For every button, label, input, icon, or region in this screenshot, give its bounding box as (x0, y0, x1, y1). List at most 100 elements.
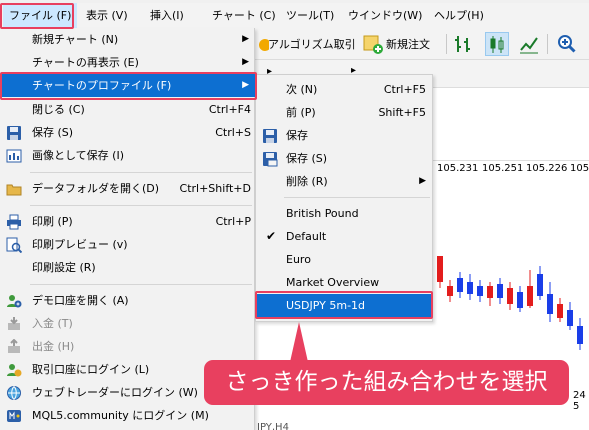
menu-insert[interactable]: 挿入(I) (144, 3, 190, 28)
menu-item-open-demo-account[interactable]: デモ口座を開く (A) (0, 289, 255, 312)
menu-item-new-chart[interactable]: 新規チャート (N) ▶ (0, 28, 255, 51)
submenu-item-label: Market Overview (286, 276, 380, 289)
menu-help[interactable]: ヘルプ(H) (428, 3, 490, 28)
menu-view[interactable]: 表示 (V) (80, 3, 134, 28)
submenu-item-save[interactable]: 保存 (256, 124, 432, 147)
submenu-item-save-as[interactable]: 保存 (S) (256, 147, 432, 170)
submenu-arrow-icon: ▶ (242, 57, 249, 67)
menu-item-label: 取引口座にログイン (L) (32, 363, 150, 376)
submenu-item-profile-default[interactable]: ✔ Default (256, 225, 432, 248)
toolbar-separator (446, 34, 447, 54)
bar-chart-icon[interactable] (452, 32, 476, 56)
new-order-button[interactable]: 新規注文 (386, 36, 430, 52)
floppy-disk-icon (6, 125, 22, 141)
menu-item-print-preview[interactable]: 印刷プレビュー (v) (0, 233, 255, 256)
price-label: 105.231 (437, 163, 479, 174)
submenu-item-shortcut: Shift+F5 (378, 106, 426, 119)
menu-item-save-as-image[interactable]: 画像として保存 (I) (0, 144, 255, 167)
candle-body (577, 326, 583, 344)
menu-window[interactable]: ウインドウ(W) (342, 3, 428, 28)
instruction-callout: さっき作った組み合わせを選択 (204, 360, 569, 405)
submenu-item-profile-market-overview[interactable]: Market Overview (256, 271, 432, 294)
candle-body (547, 294, 553, 314)
submenu-item-next[interactable]: 次 (N) Ctrl+F5 (256, 78, 432, 101)
login-account-icon (6, 362, 22, 378)
price-label: 105.234 (570, 163, 589, 174)
menu-item-label: 印刷プレビュー (v) (32, 238, 128, 251)
menu-file[interactable]: ファイル (F) (3, 3, 78, 28)
callout-pointer (290, 322, 308, 362)
menu-item-close[interactable]: 閉じる (C) Ctrl+F4 (0, 98, 255, 121)
menu-item-print-setup[interactable]: 印刷設定 (R) (0, 256, 255, 279)
menu-separator (30, 284, 252, 285)
submenu-arrow-icon: ▶ (242, 80, 249, 90)
candle-body (527, 286, 533, 306)
menu-item-print[interactable]: 印刷 (P) Ctrl+P (0, 210, 255, 233)
algo-trading-button[interactable]: アルゴリズム取引 (268, 36, 356, 52)
menu-item-shortcut: Ctrl+S (215, 126, 251, 139)
candle-body (497, 284, 503, 298)
menu-item-label: 印刷設定 (R) (32, 261, 96, 274)
submenu-item-delete[interactable]: 削除 (R) ▶ (256, 170, 432, 193)
webtrader-icon (6, 385, 22, 401)
menu-separator (30, 172, 252, 173)
time-axis-label: 24 5 (573, 390, 586, 412)
chart-profile-submenu: 次 (N) Ctrl+F5 前 (P) Shift+F5 保存 保存 (S) 削… (255, 74, 433, 322)
menu-item-label: 保存 (S) (32, 126, 74, 139)
new-order-icon[interactable] (361, 32, 385, 56)
submenu-item-label: British Pound (286, 207, 359, 220)
candle-body (437, 256, 443, 282)
submenu-arrow-icon: ▶ (242, 34, 249, 44)
menu-item-chart-profiles[interactable]: チャートのプロファイル (F) ▶ (0, 74, 255, 97)
menu-tools[interactable]: ツール(T) (280, 3, 340, 28)
menu-item-label: 印刷 (P) (32, 215, 73, 228)
submenu-item-label: USDJPY 5m-1d (286, 299, 366, 312)
submenu-item-label: Euro (286, 253, 311, 266)
menu-item-withdraw[interactable]: 出金 (H) (0, 335, 255, 358)
menu-item-label: 出金 (H) (32, 340, 75, 353)
printer-icon (6, 214, 22, 230)
menu-item-deposit[interactable]: 入金 (T) (0, 312, 255, 335)
submenu-arrow-icon: ▶ (419, 176, 426, 186)
candle-body (467, 282, 473, 294)
candle-body (557, 304, 563, 318)
menu-item-label: デモ口座を開く (A) (32, 294, 129, 307)
menu-separator (284, 197, 430, 198)
menu-item-login-mql5[interactable]: MQL5.community にログイン (M) (0, 404, 255, 427)
menu-item-shortcut: Ctrl+F4 (208, 103, 251, 116)
candlestick-chart-icon[interactable] (485, 32, 509, 56)
menu-item-open-data-folder[interactable]: データフォルダを開く(D) Ctrl+Shift+D (0, 177, 255, 200)
zoom-in-icon[interactable] (555, 32, 579, 56)
menu-bar: ファイル (F) 表示 (V) 挿入(I) チャート (C) ツール(T) ウイ… (0, 3, 589, 28)
price-label: 105.226 (526, 163, 568, 174)
line-chart-icon[interactable] (517, 32, 541, 56)
submenu-item-label: Default (286, 230, 327, 243)
menu-item-label: チャートの再表示 (E) (32, 56, 139, 69)
submenu-item-profile-usdjpy[interactable]: USDJPY 5m-1d (256, 294, 432, 317)
toolbar-separator (547, 34, 548, 54)
submenu-item-profile-british-pound[interactable]: British Pound (256, 202, 432, 225)
deposit-icon (6, 316, 22, 332)
candle-body (567, 310, 573, 326)
candle-body (487, 286, 493, 298)
submenu-item-label: 前 (P) (286, 106, 316, 119)
menu-item-save[interactable]: 保存 (S) Ctrl+S (0, 121, 255, 144)
withdraw-icon (6, 338, 22, 355)
save-as-icon (262, 151, 278, 167)
print-preview-icon (6, 237, 23, 254)
submenu-item-previous[interactable]: 前 (P) Shift+F5 (256, 101, 432, 124)
candle-body (517, 292, 523, 308)
submenu-item-label: 次 (N) (286, 83, 318, 96)
submenu-item-label: 削除 (R) (286, 175, 328, 188)
menu-item-label: ウェブトレーダーにログイン (W) (32, 386, 198, 399)
menu-item-shortcut: Ctrl+P (215, 215, 251, 228)
submenu-item-profile-euro[interactable]: Euro (256, 248, 432, 271)
menu-item-reopen-chart[interactable]: チャートの再表示 (E) ▶ (0, 51, 255, 74)
menu-chart[interactable]: チャート (C) (206, 3, 282, 28)
price-label: 105.251 (482, 163, 524, 174)
menu-item-label: チャートのプロファイル (F) (32, 79, 172, 92)
menu-item-label: 入金 (T) (32, 317, 73, 330)
candle-body (457, 278, 463, 292)
floppy-disk-icon (262, 128, 278, 144)
chart-tab[interactable]: JPY,H4 (257, 422, 289, 430)
